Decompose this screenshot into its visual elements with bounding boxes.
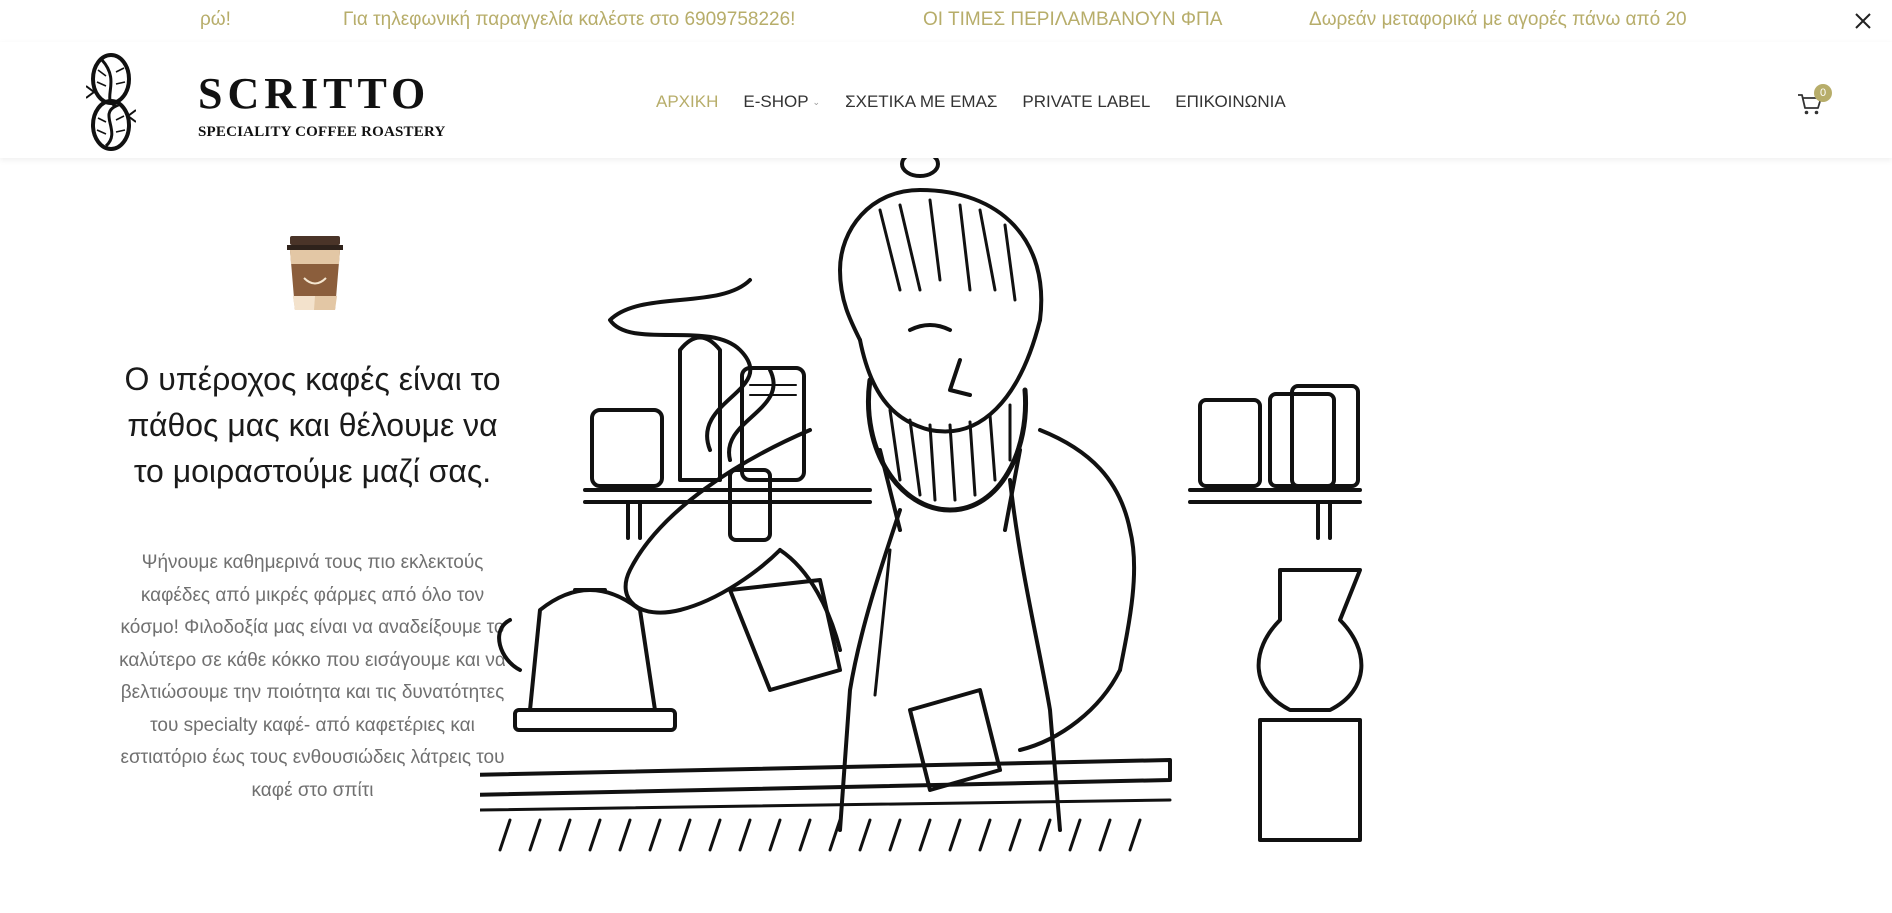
hero-description: Ψήνουμε καθημερινά τους πιο εκλεκτούς κα… — [119, 552, 506, 801]
coffee-bean-logo-icon — [86, 53, 136, 151]
brand-tagline: SPECIALITY COFFEE ROASTERY — [198, 124, 446, 140]
nav-item-eshop[interactable]: E-SHOP ⌄ — [743, 88, 820, 116]
close-icon[interactable] — [1848, 6, 1878, 36]
chevron-down-icon: ⌄ — [812, 96, 821, 107]
nav-label: ΕΠΙΚΟΙΝΩΝΙΑ — [1175, 92, 1286, 111]
nav-label: PRIVATE LABEL — [1022, 92, 1151, 111]
nav-item-home[interactable]: ΑΡΧΙΚΗ — [656, 88, 718, 116]
announcement-message: ρώ! — [200, 9, 231, 30]
logo[interactable]: SCRITTO SPECIALITY COFFEE ROASTERY — [86, 52, 445, 152]
nav-item-private-label[interactable]: PRIVATE LABEL — [1022, 88, 1150, 116]
coffee-cup-icon — [287, 236, 343, 310]
nav-item-contact[interactable]: ΕΠΙΚΟΙΝΩΝΙΑ — [1175, 88, 1285, 116]
announcement-message: Δωρεάν μεταφορικά με αγορές πάνω από 20 — [1309, 9, 1687, 30]
nav-label: ΣΧΕΤΙΚΑ ΜΕ ΕΜΑΣ — [845, 92, 998, 111]
cart-count-badge: 0 — [1814, 84, 1832, 102]
brand-name: SCRITTO — [198, 69, 431, 118]
hero-title: Ο υπέροχος καφές είναι το πάθος μας και … — [124, 361, 501, 489]
announcement-message: Για τηλεφωνική παραγγελία καλέστε στο 69… — [343, 9, 796, 30]
cart-button[interactable]: 0 — [1796, 84, 1836, 120]
nav-item-about[interactable]: ΣΧΕΤΙΚΑ ΜΕ ΕΜΑΣ — [845, 88, 997, 116]
nav-label: E-SHOP — [743, 92, 809, 111]
barista-illustration — [480, 150, 1364, 852]
announcement-bar: ρώ! Για τηλεφωνική παραγγελία καλέστε στ… — [0, 0, 1892, 42]
announcement-message: ΟΙ ΤΙΜΕΣ ΠΕΡΙΛΑΜΒΑΝΟΥΝ ΦΠΑ — [923, 9, 1223, 30]
nav-label: ΑΡΧΙΚΗ — [656, 92, 719, 111]
site-header: SCRITTO SPECIALITY COFFEE ROASTERY ΑΡΧΙΚ… — [0, 42, 1892, 158]
main-nav: ΑΡΧΙΚΗ E-SHOP ⌄ ΣΧΕΤΙΚΑ ΜΕ ΕΜΑΣ PRIVATE L… — [656, 88, 1311, 116]
